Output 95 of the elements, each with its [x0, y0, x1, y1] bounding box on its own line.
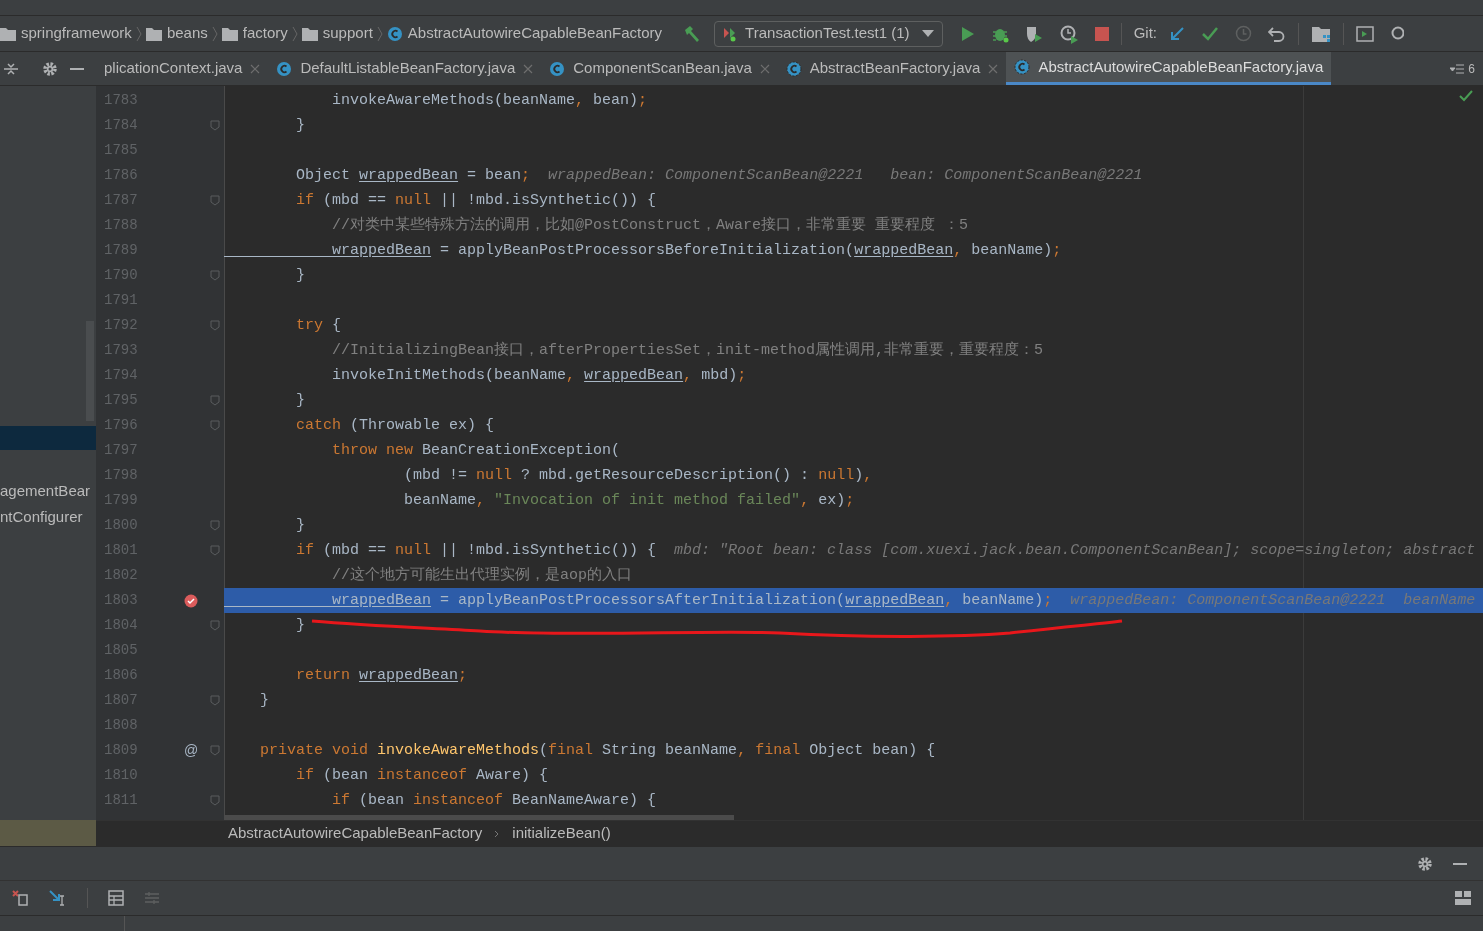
breadcrumb-item[interactable]: initializeBean(): [512, 822, 611, 845]
code-line: throw new BeanCreationException(: [331, 441, 621, 461]
breadcrumb-item[interactable]: springframework: [21, 22, 132, 45]
code-line: invokeInitMethods(beanName, wrappedBean, mbd);: [331, 366, 747, 386]
code-line: wrappedBean = applyBeanPostProcessorsBeforeInitialization(wrappedBean, beanName);: [331, 241, 1062, 261]
class-icon: [386, 25, 403, 42]
clock-icon[interactable]: [1234, 25, 1252, 42]
code-line: if (bean instanceof Aware) {: [295, 766, 549, 786]
breadcrumb-item[interactable]: support: [322, 22, 373, 45]
code-line: //InitializingBean接口，afterPropertiesSet，init-method属性调用,非常重要，重要程度：5: [331, 340, 1044, 361]
stop-icon[interactable]: [1094, 26, 1109, 41]
breakpoint-icon[interactable]: [184, 593, 198, 608]
fold-marker-icon[interactable]: [210, 195, 220, 206]
fold-marker-icon[interactable]: [210, 695, 220, 706]
code-line: try {: [295, 316, 342, 336]
abstract-class-icon: [1014, 59, 1031, 75]
editor-tab[interactable]: AbstractBeanFactory.java: [777, 52, 1007, 85]
editor-tab[interactable]: AbstractAutowireCapableBeanFactory.java: [1006, 52, 1332, 85]
breadcrumb-item[interactable]: AbstractAutowireCapableBeanFactory: [228, 822, 483, 845]
code-line: }: [295, 116, 305, 136]
check-icon[interactable]: [1200, 25, 1219, 42]
fold-marker-icon[interactable]: [210, 620, 220, 631]
undo-icon[interactable]: [1267, 25, 1286, 42]
override-marker[interactable]: @: [183, 740, 199, 761]
code-line: if (bean instanceof BeanNameAware) {: [331, 791, 657, 811]
tab-list-icon[interactable]: [1450, 63, 1465, 74]
breadcrumb-item[interactable]: AbstractAutowireCapableBeanFactory: [407, 22, 663, 45]
fold-marker-icon[interactable]: [210, 420, 220, 431]
code-line: wrappedBean = applyBeanPostProcessorsAfterInitialization(wrappedBean, beanName); wrappedBean: ComponentScanBean@2221 beanName: [331, 591, 1476, 611]
folder-icon: [0, 26, 16, 41]
code-line: //对类中某些特殊方法的调用，比如@PostConstruct，Aware接口，非常重要 重要程度 ：5: [331, 215, 969, 236]
chevron-icon: [211, 25, 218, 42]
editor-tab[interactable]: plicationContext.java: [96, 52, 269, 85]
tree-item[interactable]: agementBear: [0, 480, 96, 502]
tab-count: 6: [1468, 60, 1475, 78]
settings-icon[interactable]: [42, 60, 58, 77]
chevron-icon: [494, 829, 501, 838]
fold-marker-icon[interactable]: [210, 270, 220, 281]
fold-marker-icon[interactable]: [210, 745, 220, 756]
abstract-class-icon: [785, 60, 802, 77]
caret-icon: [921, 30, 934, 37]
chevron-icon: [376, 25, 383, 42]
profiler-icon[interactable]: [1058, 23, 1079, 44]
code-line: Object wrappedBean = bean; wrappedBean: ComponentScanBean@2221 bean: ComponentScanBean@2221: [295, 166, 1143, 186]
scrollbar-thumb[interactable]: [224, 815, 734, 820]
code-line: private void invokeAwareMethods(final String beanName, final Object bean) {: [259, 741, 936, 761]
table-icon[interactable]: [108, 890, 124, 906]
git-label: Git:: [1133, 23, 1157, 44]
step-cursor-icon[interactable]: [49, 890, 67, 906]
run-config-icon: [723, 25, 738, 42]
code-line: }: [259, 691, 269, 711]
fold-marker-icon[interactable]: [210, 320, 220, 331]
folder-icon: [221, 26, 238, 41]
code-line: catch (Throwable ex) {: [295, 416, 495, 436]
editor-tab[interactable]: DefaultListableBeanFactory.java: [268, 52, 542, 85]
terminal-window-icon[interactable]: [1355, 25, 1374, 42]
code-line: invokeAwareMethods(beanName, bean);: [331, 91, 648, 111]
breadcrumb-item[interactable]: beans: [166, 22, 208, 45]
stream-icon[interactable]: [144, 891, 160, 905]
close-icon[interactable]: [250, 63, 261, 74]
settings-icon[interactable]: [1417, 855, 1433, 872]
layout-grid-icon[interactable]: [1455, 891, 1471, 905]
class-icon: [549, 60, 566, 77]
folder-icon: [301, 26, 318, 41]
breadcrumb-item[interactable]: factory: [242, 22, 288, 45]
close-icon[interactable]: [523, 63, 534, 74]
update-arrow-icon[interactable]: [1168, 25, 1185, 42]
code-line: return wrappedBean;: [295, 666, 468, 686]
fold-marker-icon[interactable]: [210, 395, 220, 406]
close-icon[interactable]: [759, 63, 770, 74]
coverage-icon[interactable]: [1024, 24, 1043, 43]
fold-marker-icon[interactable]: [210, 520, 220, 531]
restore-layout-icon[interactable]: [12, 890, 29, 906]
folder-grid-icon[interactable]: [1310, 24, 1331, 43]
code-line: beanName, "Invocation of init method failed", ex);: [403, 491, 855, 511]
fold-marker-icon[interactable]: [210, 120, 220, 131]
class-icon: [276, 60, 293, 77]
code-line: }: [295, 391, 305, 411]
chevron-icon: [291, 25, 298, 42]
code-line: }: [295, 516, 305, 536]
code-line: if (mbd == null || !mbd.isSynthetic()) { mbd: "Root bean: class [com.xuexi.jack.bean.ComponentScanBean]; scope=singleton; abstract: [295, 541, 1476, 561]
check-icon: [1459, 90, 1473, 102]
editor-tab[interactable]: ComponentScanBean.java: [541, 52, 778, 85]
chevron-icon: [135, 25, 142, 42]
tree-item[interactable]: ntConfigurer: [0, 506, 96, 528]
run-configuration-dropdown[interactable]: TransactionTest.test1 (1): [714, 20, 943, 47]
fold-marker-icon[interactable]: [210, 545, 220, 556]
fold-marker-icon[interactable]: [210, 795, 220, 806]
code-line: //这个地方可能生出代理实例，是aop的入口: [331, 565, 633, 586]
code-line: if (mbd == null || !mbd.isSynthetic()) {: [295, 191, 657, 211]
code-line: (mbd != null ? mbd.getResourceDescription() : null),: [403, 466, 873, 486]
search-icon[interactable]: [1389, 25, 1404, 42]
collapse-icon[interactable]: [4, 61, 18, 76]
folder-icon: [145, 26, 162, 41]
close-icon[interactable]: [988, 63, 999, 74]
